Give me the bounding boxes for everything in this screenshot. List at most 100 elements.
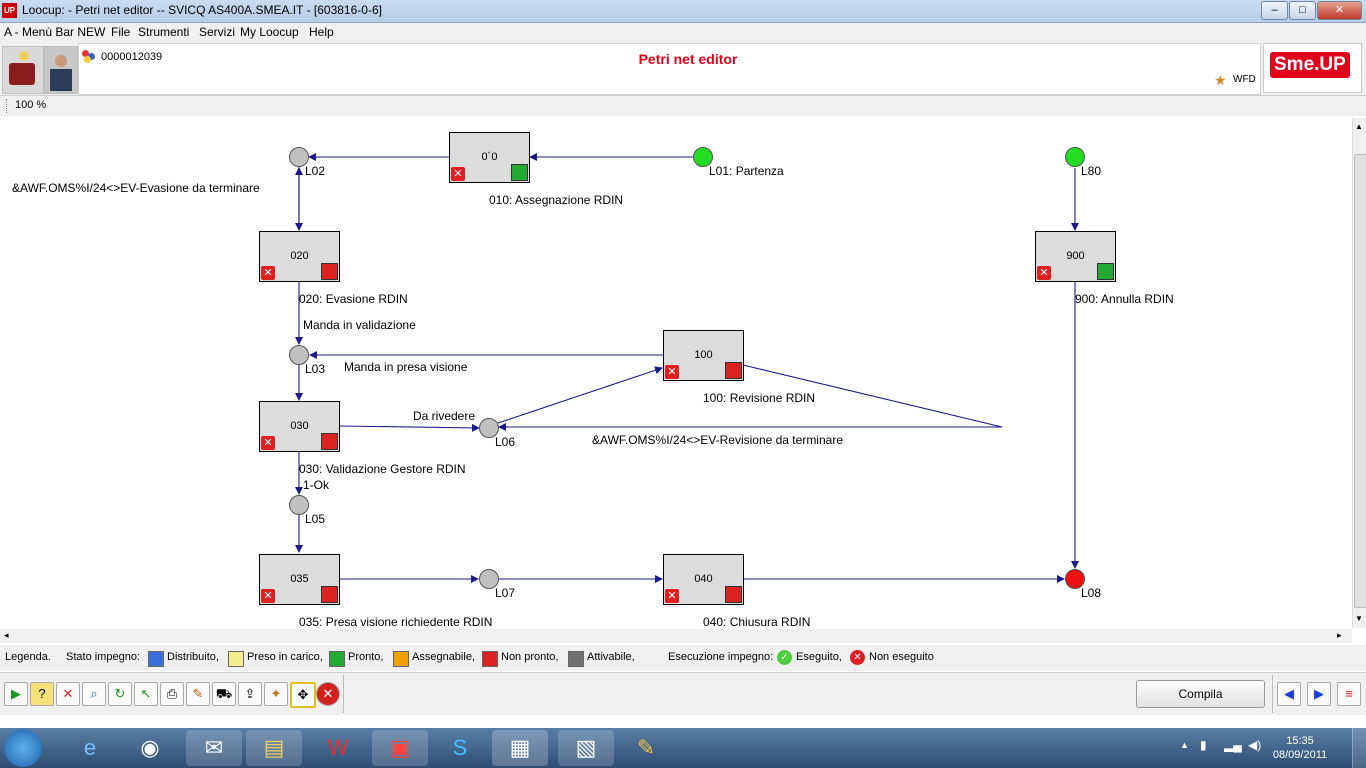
transition-900[interactable]: 900 ✕ (1035, 231, 1116, 282)
scroll-up-icon[interactable]: ▲ (1355, 122, 1363, 131)
window-title: Loocup: - Petri net editor -- SVICQ AS40… (22, 3, 382, 17)
explorer-icon[interactable]: ▤ (246, 730, 302, 766)
chrome-icon[interactable]: ◉ (122, 730, 178, 766)
not-executed-icon: ✕ (261, 436, 275, 450)
zoom-icon[interactable]: ⌕ (82, 682, 106, 706)
status-indicator (725, 586, 742, 603)
petri-net-canvas[interactable]: L02 L01: Partenza L80 L03 L06 L05 L07 L0… (0, 118, 1352, 630)
legend-distribuito: Distribuito, (167, 651, 219, 663)
minimize-button[interactable]: – (1261, 1, 1288, 20)
legend-title: Legenda. (5, 651, 51, 663)
menu-strumenti[interactable]: Strumenti (138, 25, 189, 39)
tray-signal-icon[interactable]: ▂▄ (1224, 738, 1242, 752)
place-l05-label: L05 (305, 512, 326, 526)
menu-my-loocup[interactable]: My Loocup (240, 25, 299, 39)
help-icon[interactable]: ? (30, 682, 54, 706)
transition-020-label: 020: Evasione RDIN (299, 292, 408, 306)
bottom-toolbar: ▶ ? ✕ ⌕ ↻ ↖ ⎙ ✎ ⛟ ⇪ ✦ ✥ ✕ Compila ◀ ▶ ≡ (0, 672, 1366, 715)
menu-file[interactable]: File (111, 25, 130, 39)
object-code: 0000012039 (101, 51, 163, 63)
show-desktop-button[interactable] (1352, 728, 1366, 768)
tray-arrow-icon[interactable]: ▲ (1180, 740, 1189, 750)
loocup-icon[interactable]: ▣ (372, 730, 428, 766)
transition-020-code: 020 (290, 250, 309, 262)
vertical-scrollbar[interactable]: ▲ ▼ (1352, 118, 1366, 628)
arc-label-ok: 1-Ok (303, 478, 330, 492)
menu-help[interactable]: Help (309, 25, 334, 39)
header-panel: 0000012039 Petri net editor ★ WFD Sme.UP (0, 41, 1366, 96)
export-icon[interactable]: ⇪ (238, 682, 262, 706)
arc-label-da-rivedere: Da rivedere (413, 409, 476, 423)
place-l06-label: L06 (495, 435, 516, 449)
smeup-logo: Sme.UP (1263, 43, 1362, 93)
wfd-label[interactable]: WFD (1233, 74, 1256, 85)
status-indicator (725, 362, 742, 379)
not-executed-icon: ✕ (665, 589, 679, 603)
legend-eseguito: Eseguito, (796, 651, 842, 663)
skype-icon[interactable]: S (432, 730, 488, 766)
transition-010-code: 0´0 (481, 151, 498, 163)
cart-icon[interactable]: ⛟ (212, 682, 236, 706)
transition-035-label: 035: Presa visione richiedente RDIN (299, 615, 493, 629)
compila-button[interactable]: Compila (1136, 680, 1265, 708)
arc-label-manda-presa-visione: Manda in presa visione (344, 360, 468, 374)
edit-doc-icon[interactable]: ✎ (186, 682, 210, 706)
transition-035-code: 035 (290, 573, 309, 585)
tray-network-icon[interactable]: ▮ (1200, 738, 1207, 752)
transition-010[interactable]: 0´0 ✕ (449, 132, 530, 183)
ie-icon[interactable]: e (62, 730, 118, 766)
tool-icon[interactable]: ✦ (264, 682, 288, 706)
transition-100[interactable]: 100 ✕ (663, 330, 744, 381)
window-app-icon[interactable]: ▦ (492, 730, 548, 766)
transition-040[interactable]: 040 ✕ (663, 554, 744, 605)
paint-icon[interactable]: ✎ (618, 730, 674, 766)
thunderbird-icon[interactable]: ✉ (186, 730, 242, 766)
transition-030-label: 030: Validazione Gestore RDIN (299, 462, 466, 476)
scroll-down-icon[interactable]: ▼ (1355, 614, 1363, 623)
windows-taskbar: e ◉ ✉ ▤ W ▣ S ▦ ▧ ✎ ▲ ▮ ▂▄ ◀) 15:35 08/0… (0, 728, 1366, 768)
close-button[interactable]: ✕ (1317, 1, 1362, 20)
tray-clock[interactable]: 15:35 08/09/2011 (1270, 734, 1330, 762)
executed-icon: ✓ (777, 650, 792, 665)
user-photo-2[interactable] (44, 46, 78, 94)
menu-list-icon[interactable]: ≡ (1337, 682, 1361, 706)
play-icon[interactable]: ▶ (4, 682, 28, 706)
swatch-non-pronto (482, 651, 498, 667)
transition-020[interactable]: 020 ✕ (259, 231, 340, 282)
start-button-icon[interactable] (4, 729, 42, 767)
swatch-attivabile (568, 651, 584, 667)
legend-bar: Legenda. Stato impegno: Distribuito, Pre… (0, 645, 1366, 671)
delete-icon[interactable]: ✕ (56, 682, 80, 706)
scroll-right-icon[interactable]: ▸ (1337, 630, 1342, 641)
user-photo-1[interactable] (2, 46, 44, 94)
place-l03-label: L03 (305, 362, 326, 376)
next-icon[interactable]: ▶ (1307, 682, 1331, 706)
maximize-button[interactable]: □ (1289, 1, 1316, 20)
transition-035[interactable]: 035 ✕ (259, 554, 340, 605)
previous-icon[interactable]: ◀ (1277, 682, 1301, 706)
swatch-distribuito (148, 651, 164, 667)
swatch-assegnabile (393, 651, 409, 667)
transition-030[interactable]: 030 ✕ (259, 401, 340, 452)
legend-assegnabile: Assegnabile, (412, 651, 475, 663)
menu-bar: A - Menù Bar NEW File Strumenti Servizi … (0, 23, 1366, 41)
menu-servizi[interactable]: Servizi (199, 25, 235, 39)
tray-volume-icon[interactable]: ◀) (1248, 738, 1261, 752)
image-viewer-icon[interactable]: ▧ (558, 730, 614, 766)
undo-arrow-icon[interactable]: ↖ (134, 682, 158, 706)
horizontal-scrollbar[interactable]: ◂ ▸ (0, 629, 1352, 643)
place-l01-label: L01: Partenza (709, 164, 784, 178)
app-w-icon[interactable]: W (310, 730, 366, 766)
menu-a-bar-new[interactable]: A - Menù Bar NEW (4, 25, 105, 39)
cancel-icon[interactable]: ✕ (316, 682, 340, 706)
page-title: Petri net editor (638, 51, 738, 67)
zoom-level[interactable]: 100 % (15, 99, 46, 111)
vertical-scroll-thumb[interactable] (1354, 154, 1366, 608)
scroll-left-icon[interactable]: ◂ (4, 630, 9, 641)
status-indicator (321, 586, 338, 603)
print-icon[interactable]: ⎙ (160, 682, 184, 706)
arc-label-manda-validazione: Manda in validazione (303, 318, 416, 332)
refresh-icon[interactable]: ↻ (108, 682, 132, 706)
place-l80-label: L80 (1081, 164, 1102, 178)
move-icon[interactable]: ✥ (290, 682, 316, 708)
